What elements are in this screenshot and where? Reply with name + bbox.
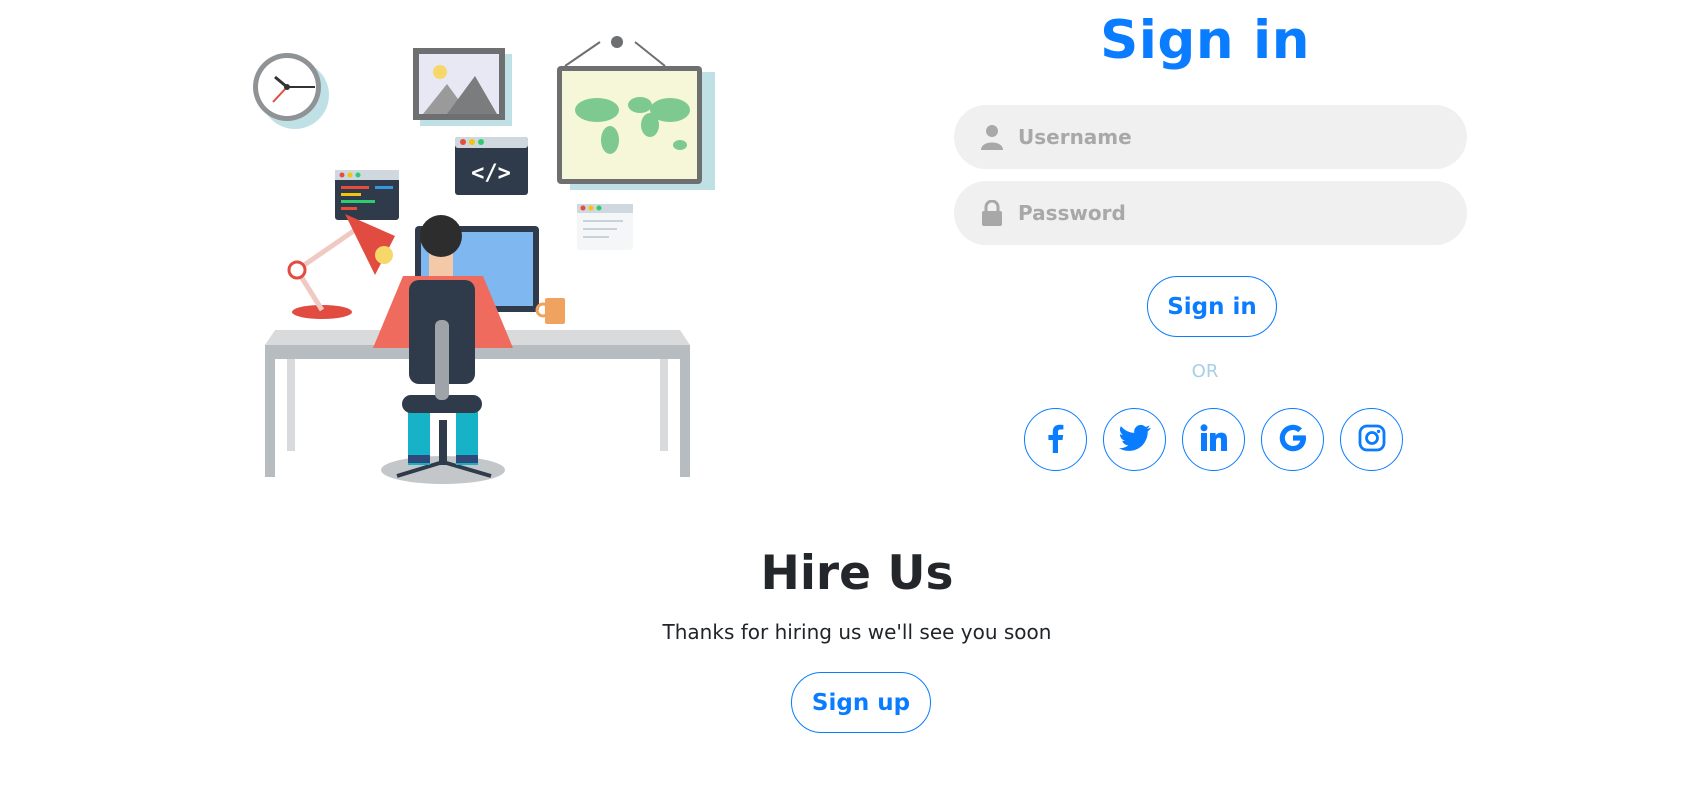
password-field[interactable] <box>954 181 1467 245</box>
instagram-icon <box>1358 424 1386 456</box>
signin-panel: Sign in Sign in OR <box>945 0 1467 480</box>
developer-illustration: </> <box>225 30 740 505</box>
code-panel-icon <box>335 170 399 220</box>
username-field[interactable] <box>954 105 1467 169</box>
twitter-button[interactable] <box>1103 408 1166 471</box>
hire-title: Hire Us <box>760 546 954 601</box>
google-button[interactable] <box>1261 408 1324 471</box>
password-input[interactable] <box>1018 201 1438 225</box>
google-icon <box>1278 423 1308 457</box>
svg-text:</>: </> <box>471 161 511 186</box>
signin-button[interactable]: Sign in <box>1147 276 1277 337</box>
facebook-icon <box>1042 423 1070 457</box>
facebook-button[interactable] <box>1024 408 1087 471</box>
picture-frame-icon <box>413 48 512 126</box>
wall-clock-icon <box>253 53 329 129</box>
signup-button[interactable]: Sign up <box>791 672 931 733</box>
signin-title: Sign in <box>1100 10 1310 71</box>
linkedin-icon <box>1200 423 1228 456</box>
world-map-frame-icon <box>557 36 715 190</box>
twitter-icon <box>1118 424 1151 456</box>
code-window-icon: </> <box>455 137 528 195</box>
lock-icon <box>980 200 1004 226</box>
desk-lamp-icon <box>287 214 395 319</box>
document-panel-icon <box>577 204 633 250</box>
hire-section: Hire Us <box>0 546 1702 601</box>
social-login-row <box>1024 408 1403 471</box>
user-icon <box>980 124 1004 150</box>
username-input[interactable] <box>1018 125 1438 149</box>
instagram-button[interactable] <box>1340 408 1403 471</box>
linkedin-button[interactable] <box>1182 408 1245 471</box>
coffee-mug-icon <box>535 298 565 324</box>
or-divider-text: OR <box>1191 361 1219 382</box>
hire-description: Thanks for hiring us we'll see you soon <box>662 620 1052 644</box>
